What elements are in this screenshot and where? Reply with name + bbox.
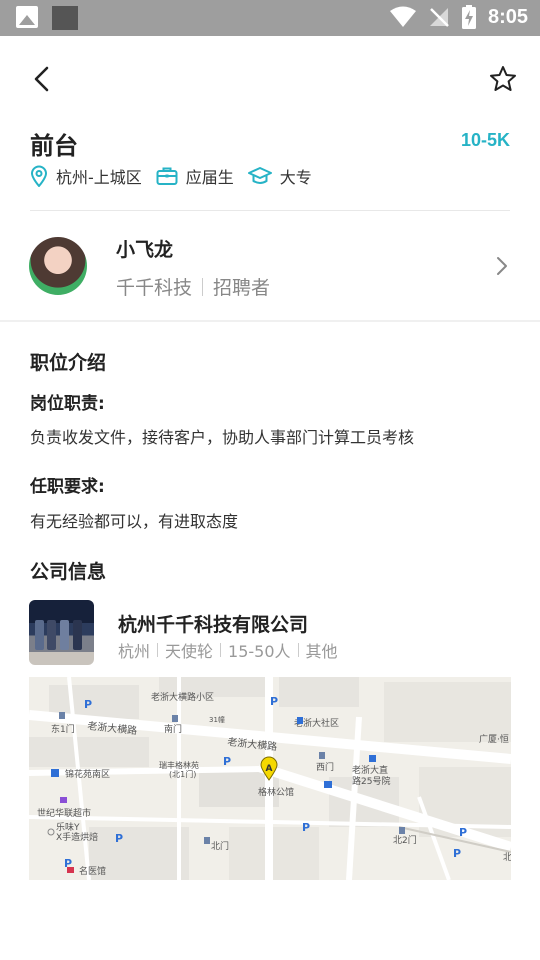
battery-charging-icon xyxy=(461,5,476,29)
job-title: 前台 xyxy=(30,132,78,160)
building-icon xyxy=(324,781,332,788)
map-label: 锦花苑南区 xyxy=(65,768,110,780)
duties-heading: 岗位职责: xyxy=(30,394,105,414)
company-meta: 杭州 天使轮 15-50人 其他 xyxy=(118,638,338,662)
map-label: 北2门 xyxy=(393,834,417,846)
company-location-map[interactable]: 老浙大横路小区 老浙大社区 老浙大横路 老浙大横路 东1门 南门 31幢 广厦·… xyxy=(29,677,511,880)
wifi-icon xyxy=(389,6,416,27)
parking-icon: P xyxy=(223,755,231,768)
separator xyxy=(202,277,204,296)
building-icon xyxy=(51,769,59,777)
job-intro-heading: 职位介绍 xyxy=(30,352,107,374)
map-label: 北 xyxy=(503,852,511,863)
map-label: 老浙大直 xyxy=(352,764,388,776)
parking-icon: P xyxy=(459,826,467,839)
location-tag: 杭州-上城区 xyxy=(30,164,142,188)
company-name: 杭州千千科技有限公司 xyxy=(118,614,309,636)
star-outline-icon xyxy=(490,66,516,91)
company-stage: 天使轮 xyxy=(165,642,214,661)
map-label: 世纪华联超市 xyxy=(37,807,91,819)
building-icon xyxy=(369,755,376,762)
building-icon xyxy=(59,712,65,719)
briefcase-icon xyxy=(156,167,178,185)
status-time: 8:05 xyxy=(487,5,528,28)
parking-icon: P xyxy=(302,821,310,834)
hospital-icon xyxy=(67,867,74,873)
building-icon xyxy=(319,752,325,759)
recruiter-info: 千千科技 招聘者 xyxy=(116,273,270,300)
no-signal-icon xyxy=(429,8,449,27)
parking-icon: P xyxy=(115,832,123,845)
top-bar xyxy=(0,36,540,120)
company-size: 15-50人 xyxy=(228,642,291,661)
back-button[interactable] xyxy=(28,64,58,94)
system-icons: 8:05 xyxy=(389,5,528,29)
duties-text: 负责收发文件，接待客户，协助人事部门计算工员考核 xyxy=(30,428,415,447)
notification-icons xyxy=(16,6,78,30)
education-tag: 大专 xyxy=(247,164,312,188)
image-notification-icon xyxy=(16,6,38,28)
company-info-heading: 公司信息 xyxy=(30,561,107,583)
favorite-button[interactable] xyxy=(488,64,518,94)
map-label: (北1门) xyxy=(169,769,196,779)
parking-icon: P xyxy=(453,847,461,860)
map-label: 南门 xyxy=(164,723,182,735)
parking-icon: P xyxy=(270,695,278,708)
location-pin-icon xyxy=(30,165,48,187)
map-label: X手造烘焙 xyxy=(56,831,98,843)
map-label: 北门 xyxy=(211,840,229,852)
building-icon xyxy=(399,827,405,834)
map-label: 格林公馆 xyxy=(258,786,294,798)
job-tags: 杭州-上城区 应届生 大专 xyxy=(30,164,326,188)
map-label: 老浙大横路小区 xyxy=(151,691,214,703)
map-label: 乐味Y xyxy=(56,821,80,833)
experience-tag: 应届生 xyxy=(156,164,234,188)
section-divider xyxy=(0,320,540,322)
map-label: 31幢 xyxy=(209,715,225,724)
salary: 10-5K xyxy=(460,130,510,150)
map-label: 西门 xyxy=(316,761,334,773)
svg-text:A: A xyxy=(266,764,273,774)
experience-text: 应届生 xyxy=(185,168,234,187)
company-card[interactable]: 杭州千千科技有限公司 杭州 天使轮 15-50人 其他 xyxy=(0,598,540,668)
map-canvas: 老浙大横路小区 老浙大社区 老浙大横路 老浙大横路 东1门 南门 31幢 广厦·… xyxy=(29,677,511,880)
map-label: 广厦·恒 xyxy=(479,733,509,745)
company-logo xyxy=(29,600,94,665)
recruiter-role: 招聘者 xyxy=(213,277,271,299)
map-label: 名医馆 xyxy=(79,865,106,877)
app-notification-icon xyxy=(52,6,78,30)
recruiter-name: 小飞龙 xyxy=(116,239,174,261)
chevron-left-icon xyxy=(34,66,49,92)
recruiter-avatar xyxy=(29,237,87,295)
shop-icon xyxy=(60,797,67,803)
company-city: 杭州 xyxy=(118,642,151,661)
graduation-cap-icon xyxy=(247,167,272,184)
company-industry: 其他 xyxy=(305,642,338,661)
recruiter-card[interactable]: 小飞龙 千千科技 招聘者 xyxy=(0,211,540,321)
education-text: 大专 xyxy=(279,168,312,187)
location-text: 杭州-上城区 xyxy=(56,168,142,187)
requirements-heading: 任职要求: xyxy=(30,477,105,497)
building-icon xyxy=(172,715,178,722)
requirements-text: 有无经验都可以，有进取态度 xyxy=(30,512,239,531)
building-icon xyxy=(297,717,303,724)
map-label: 东1门 xyxy=(51,723,75,735)
building-icon xyxy=(204,837,210,844)
map-label: 瑞丰格林苑 xyxy=(159,760,199,770)
recruiter-company: 千千科技 xyxy=(116,277,193,299)
parking-icon: P xyxy=(84,698,92,711)
chevron-right-icon xyxy=(497,257,507,275)
map-label: 路25号院 xyxy=(352,775,390,787)
status-bar: 8:05 xyxy=(0,0,540,36)
